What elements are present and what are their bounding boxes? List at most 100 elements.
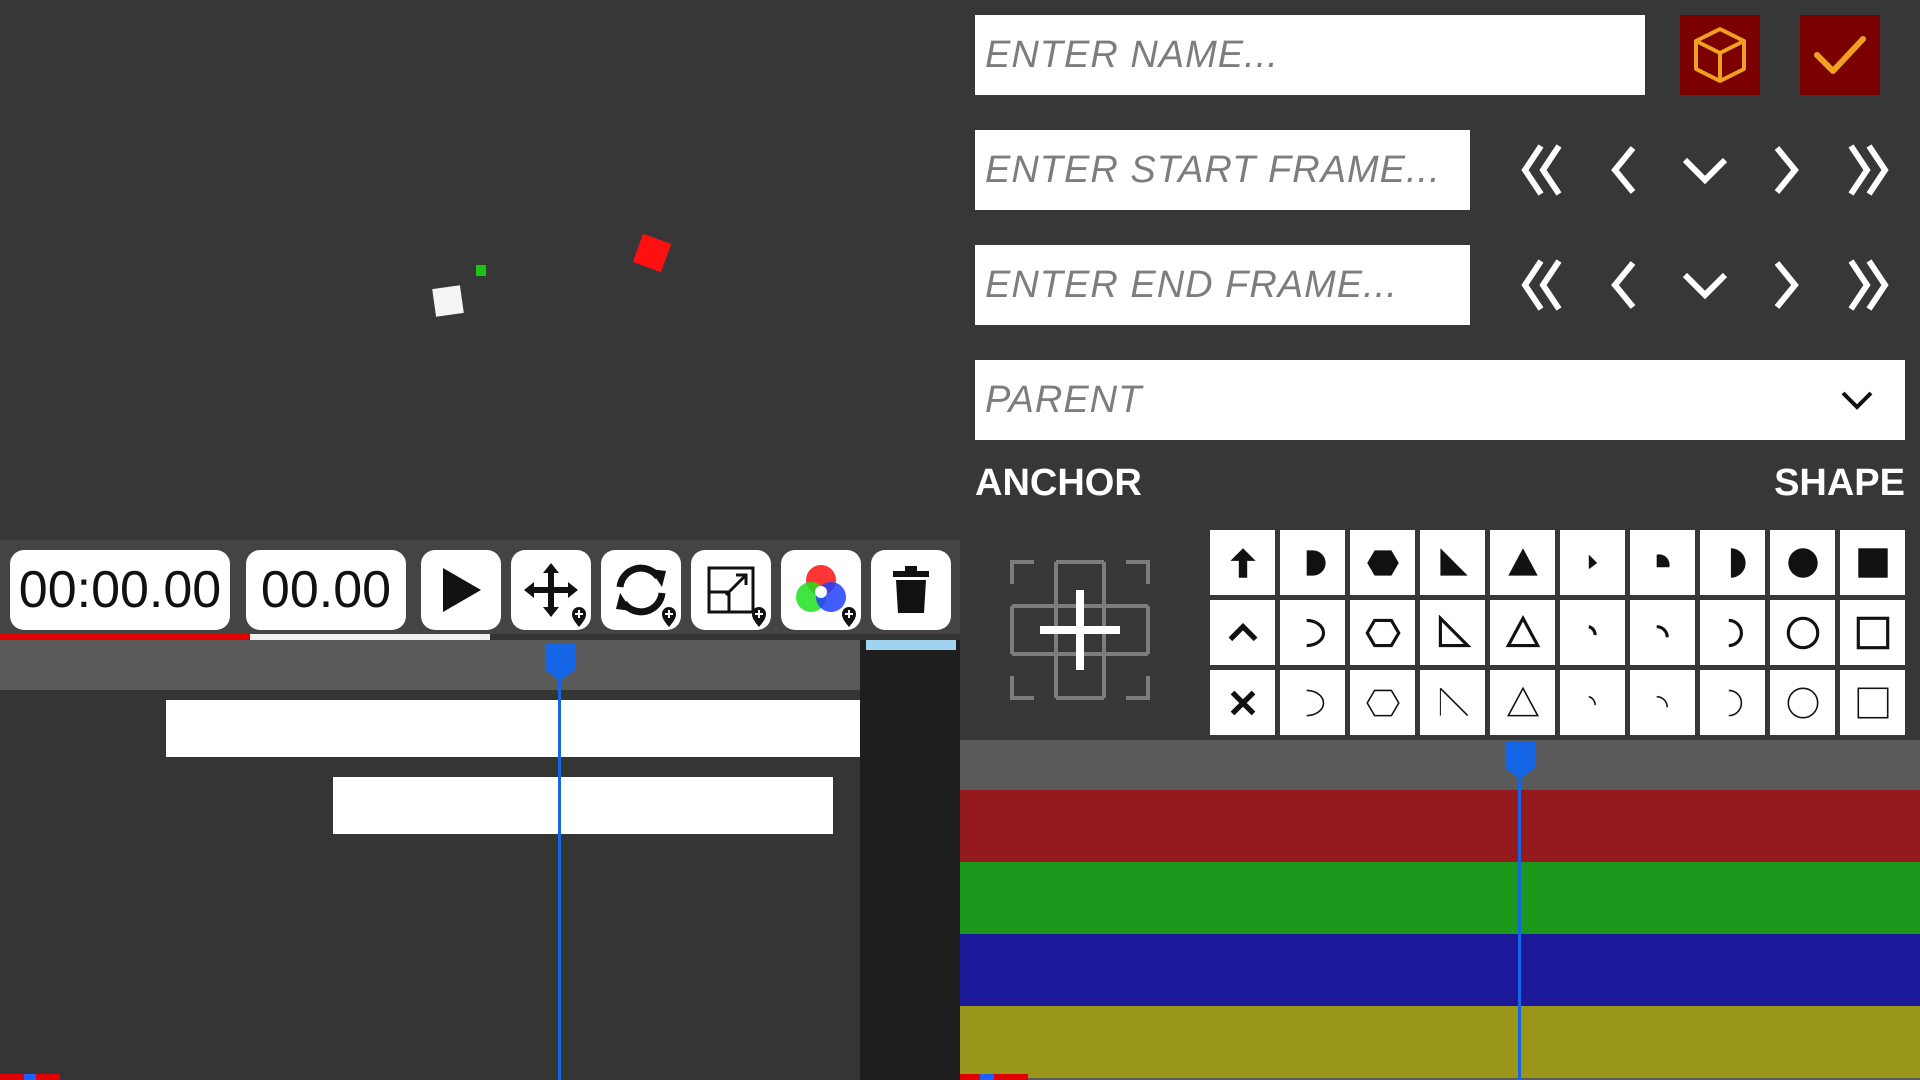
shape-half-circle-outline-button[interactable] bbox=[1280, 600, 1345, 665]
shape-three-quarter-circle-thin-button[interactable] bbox=[1630, 670, 1695, 735]
scale-icon bbox=[707, 566, 755, 614]
red-object[interactable] bbox=[632, 233, 672, 273]
scene-viewport[interactable] bbox=[0, 0, 960, 540]
shape-arrow-outline-button[interactable] bbox=[1210, 600, 1275, 665]
shape-semicircle-outline-button[interactable] bbox=[1700, 600, 1765, 665]
chevron-left-icon bbox=[1611, 146, 1636, 194]
half-circle-icon bbox=[1306, 618, 1325, 647]
side-panel-indicator bbox=[866, 640, 956, 650]
three-quarter-circle-icon bbox=[1656, 624, 1669, 637]
start-frame-input[interactable]: ENTER START FRAME... bbox=[975, 130, 1470, 210]
green-object[interactable] bbox=[476, 265, 486, 276]
shape-semicircle-thin-button[interactable] bbox=[1700, 670, 1765, 735]
rotate-keyframe-button[interactable] bbox=[601, 550, 681, 630]
start-frame-menu-button[interactable] bbox=[1675, 140, 1735, 200]
move-keyframe-button[interactable] bbox=[511, 550, 591, 630]
track-blue[interactable] bbox=[960, 934, 1920, 1006]
start-first-frame-button[interactable] bbox=[1515, 140, 1575, 200]
semicircle-icon bbox=[1728, 618, 1743, 647]
start-next-frame-button[interactable] bbox=[1755, 140, 1815, 200]
shape-semicircle-filled-button[interactable] bbox=[1700, 530, 1765, 595]
anchor-selector[interactable] bbox=[1010, 560, 1150, 700]
color-keyframe-button[interactable] bbox=[781, 550, 861, 630]
shape-hexagon-thin-button[interactable] bbox=[1350, 670, 1415, 735]
shape-triangle-thin-button[interactable] bbox=[1490, 670, 1555, 735]
name-input[interactable]: ENTER NAME... bbox=[975, 15, 1645, 95]
track-red[interactable] bbox=[960, 790, 1920, 862]
playhead-line bbox=[558, 670, 561, 1080]
shape-three-quarter-circle-outline-button[interactable] bbox=[1630, 600, 1695, 665]
hexagon-icon bbox=[1366, 549, 1399, 576]
end-previous-frame-button[interactable] bbox=[1595, 255, 1655, 315]
cube-icon bbox=[1694, 27, 1746, 83]
double-chevron-right-icon bbox=[1848, 259, 1889, 311]
quarter-circle-icon bbox=[1588, 695, 1596, 705]
start-previous-frame-button[interactable] bbox=[1595, 140, 1655, 200]
end-frame-menu-button[interactable] bbox=[1675, 255, 1735, 315]
shape-hexagon-filled-button[interactable] bbox=[1350, 530, 1415, 595]
end-next-frame-button[interactable] bbox=[1755, 255, 1815, 315]
shape-triangle-outline-button[interactable] bbox=[1490, 600, 1555, 665]
end-frame-placeholder: ENTER END FRAME... bbox=[985, 263, 1398, 306]
scale-keyframe-button[interactable] bbox=[691, 550, 771, 630]
hexagon-icon bbox=[1365, 689, 1400, 716]
triangle-icon bbox=[1507, 547, 1538, 576]
arrow-icon bbox=[1228, 622, 1257, 641]
circle-icon bbox=[1787, 547, 1818, 578]
double-chevron-left-icon bbox=[1521, 144, 1562, 196]
chevron-left-icon bbox=[1611, 261, 1636, 309]
square-icon bbox=[1857, 547, 1888, 578]
shape-triangle-filled-button[interactable] bbox=[1490, 530, 1555, 595]
track-green[interactable] bbox=[960, 862, 1920, 934]
object-track-bar[interactable] bbox=[166, 700, 860, 757]
delete-button[interactable] bbox=[871, 550, 951, 630]
shape-heading: SHAPE bbox=[1774, 462, 1905, 504]
parent-dropdown[interactable]: PARENT bbox=[975, 360, 1905, 440]
shape-half-circle-thin-button[interactable] bbox=[1280, 670, 1345, 735]
three-quarter-circle-icon bbox=[1656, 553, 1670, 567]
end-first-frame-button[interactable] bbox=[1515, 255, 1575, 315]
object-timeline[interactable] bbox=[0, 640, 860, 1080]
timeline-toolbar: 00:00.00 00.00 bbox=[0, 540, 960, 636]
object-track-bar[interactable] bbox=[333, 777, 833, 834]
start-frame-placeholder: ENTER START FRAME... bbox=[985, 148, 1441, 191]
white-object[interactable] bbox=[432, 285, 464, 317]
shape-three-quarter-circle-filled-button[interactable] bbox=[1630, 530, 1695, 595]
shape-right-triangle-thin-button[interactable] bbox=[1420, 670, 1485, 735]
object-type-button[interactable] bbox=[1680, 15, 1760, 95]
timeline-ruler[interactable] bbox=[0, 640, 860, 690]
end-frame-input[interactable]: ENTER END FRAME... bbox=[975, 245, 1470, 325]
playhead-handle[interactable] bbox=[1503, 740, 1537, 780]
shape-arrow-filled-button[interactable] bbox=[1210, 530, 1275, 595]
add-keyframe-icon bbox=[662, 607, 676, 627]
shape-hexagon-outline-button[interactable] bbox=[1350, 600, 1415, 665]
shape-circle-thin-button[interactable] bbox=[1770, 670, 1835, 735]
shape-half-circle-filled-button[interactable] bbox=[1280, 530, 1345, 595]
shape-circle-outline-button[interactable] bbox=[1770, 600, 1835, 665]
start-last-frame-button[interactable] bbox=[1835, 140, 1895, 200]
name-placeholder: ENTER NAME... bbox=[985, 33, 1279, 76]
play-button[interactable] bbox=[421, 550, 501, 630]
shape-arrow-thin-button[interactable] bbox=[1210, 670, 1275, 735]
right-triangle-icon bbox=[1439, 547, 1468, 576]
property-timeline[interactable] bbox=[960, 740, 1920, 1080]
end-last-frame-button[interactable] bbox=[1835, 255, 1895, 315]
three-quarter-circle-icon bbox=[1656, 695, 1668, 707]
shape-square-thin-button[interactable] bbox=[1840, 670, 1905, 735]
shape-circle-filled-button[interactable] bbox=[1770, 530, 1835, 595]
shape-right-triangle-outline-button[interactable] bbox=[1420, 600, 1485, 665]
add-keyframe-icon bbox=[572, 607, 586, 627]
circle-icon bbox=[1787, 687, 1818, 718]
playhead-handle[interactable] bbox=[543, 642, 577, 682]
track-yellow[interactable] bbox=[960, 1006, 1920, 1078]
timeline-side-panel bbox=[860, 640, 960, 1080]
shape-square-filled-button[interactable] bbox=[1840, 530, 1905, 595]
shape-square-outline-button[interactable] bbox=[1840, 600, 1905, 665]
frame-display: 00.00 bbox=[246, 550, 406, 630]
shape-right-triangle-filled-button[interactable] bbox=[1420, 530, 1485, 595]
shape-quarter-circle-thin-button[interactable] bbox=[1560, 670, 1625, 735]
right-triangle-icon bbox=[1438, 613, 1472, 647]
confirm-button[interactable] bbox=[1800, 15, 1880, 95]
shape-quarter-circle-filled-button[interactable] bbox=[1560, 530, 1625, 595]
shape-quarter-circle-outline-button[interactable] bbox=[1560, 600, 1625, 665]
